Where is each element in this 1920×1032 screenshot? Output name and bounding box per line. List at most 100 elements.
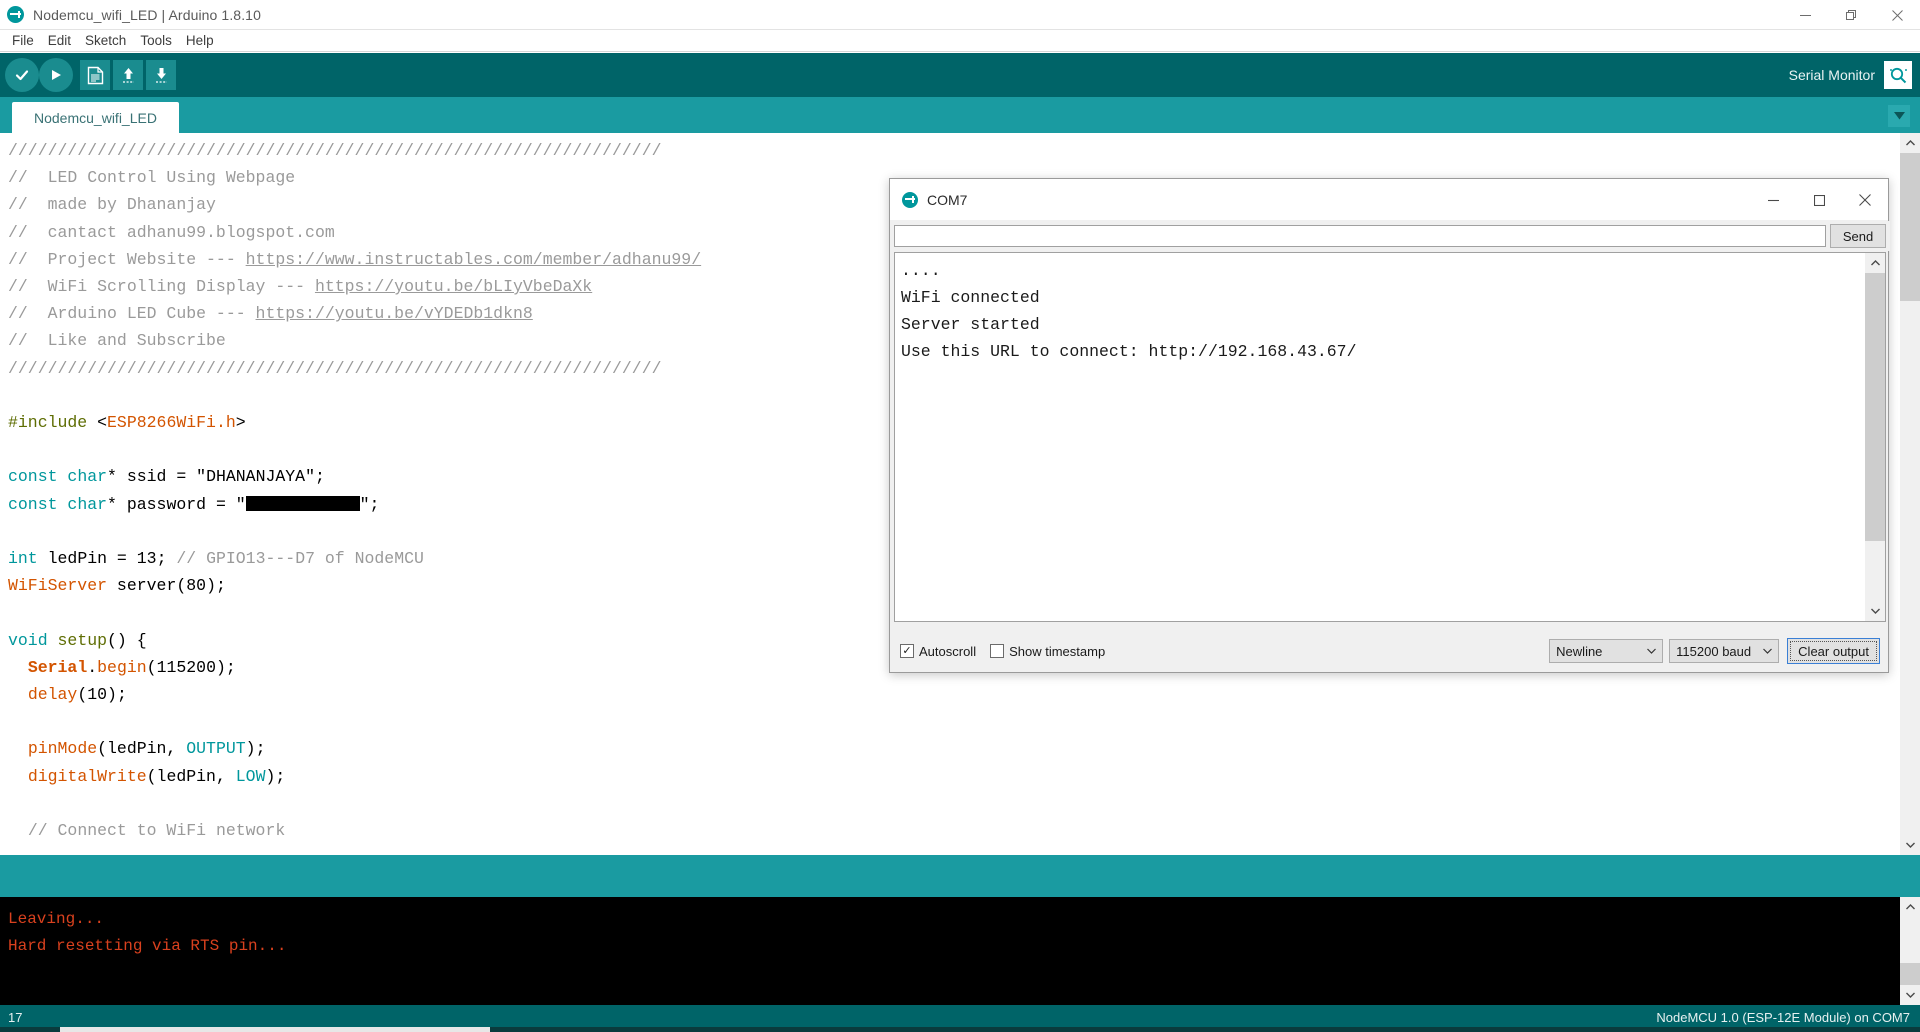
code-line-1: // LED Control Using Webpage	[8, 168, 296, 188]
menu-file[interactable]: File	[5, 31, 41, 51]
serial-monitor-window-controls	[1750, 179, 1888, 221]
status-bar: 17 NodeMCU 1.0 (ESP-12E Module) on COM7	[0, 1005, 1920, 1032]
code-include-library: ESP8266WiFi.h	[107, 413, 236, 433]
close-button[interactable]	[1874, 0, 1920, 30]
toolbar: Serial Monitor	[0, 53, 1920, 97]
serial-monitor-scroll-down-icon[interactable]	[1865, 601, 1885, 621]
code-kw-void: void	[8, 630, 48, 650]
minimize-button[interactable]	[1782, 0, 1828, 30]
status-board-info: NodeMCU 1.0 (ESP-12E Module) on COM7	[1656, 1010, 1910, 1025]
title-bar: Nodemcu_wifi_LED | Arduino 1.8.10	[0, 0, 1920, 30]
serial-monitor-title-bar: COM7	[890, 179, 1888, 221]
code-kw-int: int	[8, 549, 38, 569]
code-begin-method: begin	[97, 657, 147, 677]
code-setup-fn: setup	[57, 630, 108, 650]
magnifier-icon	[1884, 61, 1912, 89]
window-controls	[1782, 0, 1920, 30]
serial-monitor-minimize-button[interactable]	[1750, 179, 1796, 221]
window-title: Nodemcu_wifi_LED | Arduino 1.8.10	[33, 6, 261, 23]
line-ending-select[interactable]: Newline	[1549, 639, 1664, 663]
editor-scrollbar[interactable]	[1900, 133, 1920, 855]
code-kw-const-2: const	[8, 494, 58, 514]
upload-button[interactable]	[39, 58, 73, 92]
menu-edit[interactable]: Edit	[41, 31, 78, 51]
status-progress-bar	[60, 1027, 490, 1032]
link-wifi-scrolling-display[interactable]: https://youtu.be/bLIyVbeDaXk	[315, 277, 592, 296]
serial-monitor-bottom-bar: ✓ Autoscroll Show timestamp Newline 1152…	[890, 630, 1890, 672]
code-baud-value: 115200	[156, 657, 216, 677]
arduino-logo-icon	[7, 6, 24, 23]
serial-output-line-dots: ....	[901, 261, 941, 280]
code-line-4-prefix: // Project Website ---	[8, 249, 246, 269]
code-low-const: LOW	[235, 766, 266, 786]
tab-label: Nodemcu_wifi_LED	[34, 109, 157, 126]
console-scroll-up-icon[interactable]	[1900, 897, 1920, 917]
autoscroll-checkbox[interactable]: ✓	[900, 644, 914, 658]
maximize-restore-button[interactable]	[1828, 0, 1874, 30]
line-ending-value: Newline	[1556, 643, 1603, 659]
serial-output-line-server: Server started	[901, 315, 1040, 334]
serial-monitor-send-input[interactable]	[894, 225, 1826, 247]
editor-scroll-up-icon[interactable]	[1900, 133, 1920, 153]
show-timestamp-checkbox[interactable]	[990, 644, 1005, 658]
link-arduino-led-cube[interactable]: https://youtu.be/vYDEDb1dkn8	[256, 304, 533, 323]
clear-output-button[interactable]: Clear output	[1787, 638, 1880, 664]
code-ledpin-value: 13	[136, 549, 157, 569]
code-server-port: 80	[186, 576, 207, 596]
console-line-hard-reset: Hard resetting via RTS pin...	[8, 937, 287, 955]
serial-monitor-send-button[interactable]: Send	[1830, 224, 1886, 248]
autoscroll-checkbox-group[interactable]: ✓ Autoscroll	[900, 644, 976, 659]
serial-monitor-input-row: Send	[890, 221, 1890, 251]
code-output-const: OUTPUT	[186, 739, 246, 759]
serial-monitor-scroll-thumb[interactable]	[1865, 273, 1885, 541]
editor-scroll-thumb[interactable]	[1900, 153, 1920, 301]
console-status-strip	[0, 855, 1920, 897]
verify-button[interactable]	[5, 58, 39, 92]
show-timestamp-checkbox-group[interactable]: Show timestamp	[990, 644, 1105, 659]
baud-rate-chevron-down-icon	[1763, 646, 1773, 656]
serial-output-line-url: Use this URL to connect: http://192.168.…	[901, 342, 1357, 361]
tab-menu-chevron-down-icon[interactable]	[1888, 105, 1910, 127]
console-scroll-thumb[interactable]	[1900, 963, 1920, 985]
serial-monitor-label: Serial Monitor	[1788, 67, 1875, 83]
code-kw-const-1: const	[8, 467, 58, 487]
console-output: Leaving... Hard resetting via RTS pin...	[0, 897, 1900, 1005]
baud-rate-select[interactable]: 115200 baud	[1669, 639, 1780, 663]
editor-scroll-down-icon[interactable]	[1900, 835, 1920, 855]
code-wifiserver-type: WiFiServer	[8, 576, 108, 596]
code-kw-char-2: char	[67, 494, 108, 514]
serial-output-line-wifi: WiFi connected	[901, 288, 1040, 307]
code-include-keyword: #include	[8, 413, 88, 433]
serial-monitor-scroll-up-icon[interactable]	[1865, 253, 1885, 273]
serial-monitor-scrollbar[interactable]	[1865, 253, 1885, 621]
tab-nodemcu-wifi-led[interactable]: Nodemcu_wifi_LED	[12, 102, 179, 133]
console-scrollbar[interactable]	[1900, 897, 1920, 1005]
menu-help[interactable]: Help	[179, 31, 221, 51]
open-sketch-button[interactable]	[113, 58, 147, 92]
menu-tools[interactable]: Tools	[133, 31, 179, 51]
autoscroll-label: Autoscroll	[919, 643, 977, 659]
tab-bar: Nodemcu_wifi_LED	[0, 97, 1920, 133]
console-scroll-down-icon[interactable]	[1900, 985, 1920, 1005]
code-line-2: // made by Dhananjay	[8, 195, 216, 215]
serial-monitor-maximize-button[interactable]	[1796, 179, 1842, 221]
status-progress-track	[0, 1027, 1920, 1032]
code-line-7: // Like and Subscribe	[8, 331, 226, 351]
new-sketch-button[interactable]	[80, 58, 114, 92]
code-comment-connect: // Connect to WiFi network	[27, 821, 286, 841]
arduino-ide-window: Nodemcu_wifi_LED | Arduino 1.8.10 File E…	[0, 0, 1920, 1032]
menu-sketch[interactable]: Sketch	[78, 31, 133, 51]
code-comment-gpio: // GPIO13---D7 of NodeMCU	[176, 549, 424, 569]
save-sketch-button[interactable]	[146, 58, 180, 92]
code-line-banner-top: ////////////////////////////////////////…	[8, 141, 662, 160]
code-line-banner-bottom: ////////////////////////////////////////…	[8, 358, 662, 378]
serial-monitor-output-panel[interactable]: .... WiFi connected Server started Use t…	[894, 252, 1886, 622]
link-project-website[interactable]: https://www.instructables.com/member/adh…	[246, 250, 701, 269]
code-pinmode-fn: pinMode	[27, 739, 98, 759]
code-line-3: // cantact adhanu99.blogspot.com	[8, 222, 335, 242]
serial-monitor-button[interactable]: Serial Monitor	[1789, 58, 1912, 92]
code-serial-object: Serial	[27, 657, 88, 677]
serial-monitor-dialog: COM7 Send .... WiFi connected Server sta…	[889, 178, 1890, 673]
serial-monitor-close-button[interactable]	[1842, 179, 1888, 221]
redacted-password	[245, 495, 360, 511]
